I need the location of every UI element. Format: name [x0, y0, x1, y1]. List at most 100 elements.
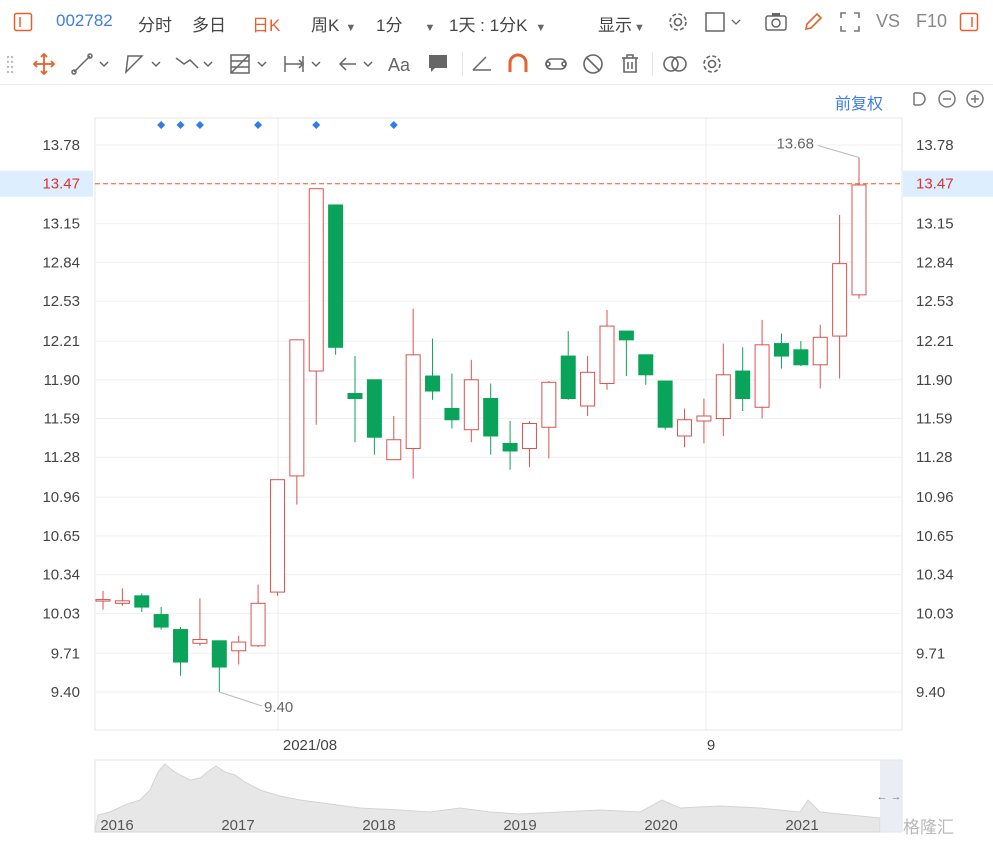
y-tick-label-right: 9.40 — [916, 684, 945, 701]
wave-line-icon[interactable] — [174, 52, 218, 76]
tab-minute[interactable]: 1分 ▼ — [376, 11, 435, 36]
candle-body — [192, 639, 208, 644]
candle — [231, 635, 247, 665]
y-tick-label-right: 11.90 — [916, 372, 952, 389]
candle — [793, 341, 809, 367]
undo-icon[interactable] — [908, 89, 928, 109]
candle-body — [95, 599, 111, 602]
candle-body — [599, 325, 615, 385]
arrow-left-icon[interactable] — [336, 52, 380, 76]
pencil-icon[interactable] — [802, 11, 824, 33]
candle-body — [366, 379, 382, 438]
y-tick-label-right: 10.96 — [916, 489, 954, 506]
y-tick-label-left: 13.78 — [42, 137, 80, 154]
layout-square-icon[interactable] — [704, 11, 744, 33]
display-dropdown[interactable]: 显示 ▼ — [598, 11, 645, 36]
navigator-year-label: 2019 — [503, 817, 536, 834]
candle-body — [715, 374, 731, 419]
candle-body — [638, 354, 654, 376]
y-tick-label-right: 13.15 — [916, 216, 954, 233]
zoom-out-icon[interactable] — [937, 89, 957, 109]
text-tool-icon[interactable]: Aa — [386, 52, 414, 76]
event-marker — [176, 121, 185, 129]
candle-body — [754, 344, 770, 408]
magnet-icon[interactable] — [506, 52, 530, 76]
candle — [560, 331, 576, 400]
zoom-in-icon[interactable] — [965, 89, 985, 109]
y-tick-label-left: 10.34 — [42, 567, 80, 584]
min-price-label: 9.40 — [264, 699, 293, 716]
y-tick-label-left: 12.84 — [42, 254, 80, 271]
sidebar-toggle-icon[interactable] — [12, 11, 34, 33]
candle-body — [231, 641, 247, 652]
trash-icon[interactable] — [618, 52, 642, 76]
candle-body — [347, 393, 363, 400]
drag-handle-icon[interactable] — [6, 54, 14, 74]
y-tick-label-right: 9.71 — [916, 645, 945, 662]
current-price-bg-right — [903, 170, 993, 197]
drawing-toolbar: Aa — [0, 44, 993, 85]
candle — [715, 343, 731, 436]
navigator-volume-area — [94, 763, 881, 833]
y-axis-left: 13.78 13.47 13.15 12.84 12.53 12.21 11.90 11.59… — [0, 137, 93, 701]
candle-body — [793, 349, 809, 366]
x-tick-label: 2021/08 — [283, 737, 337, 754]
event-marker — [312, 121, 321, 129]
overview-navigator: ← → 2016 2017 2018 2019 2020 2021 — [94, 759, 903, 834]
f10-button[interactable]: F10 — [916, 11, 947, 32]
tab-combo[interactable]: 1天 : 1分K ▼ — [449, 11, 546, 36]
visibility-off-icon[interactable] — [581, 52, 605, 76]
tab-multiday[interactable]: 多日 — [192, 11, 226, 36]
candle-body — [328, 204, 344, 348]
y-tick-label-right: 12.84 — [916, 254, 954, 271]
max-leader-line — [817, 145, 860, 158]
y-tick-label-left: 12.21 — [42, 333, 80, 350]
tab-minute-label: 1分 — [376, 16, 403, 35]
candle-body — [696, 415, 712, 422]
chevron-down-icon: ▼ — [345, 22, 357, 34]
range-measure-icon[interactable] — [282, 52, 326, 76]
vs-button[interactable]: VS — [876, 11, 900, 32]
camera-icon[interactable] — [764, 11, 788, 33]
tab-intraday[interactable]: 分时 — [138, 11, 172, 36]
y-tick-label-left: 10.03 — [42, 605, 80, 622]
comment-icon[interactable] — [426, 52, 450, 76]
candle-body — [483, 398, 499, 437]
settings-gear-icon[interactable] — [667, 11, 689, 33]
x-axis: 2021/08 9 — [283, 737, 715, 754]
polyline-icon[interactable] — [122, 52, 166, 76]
watermark-logo: 格隆汇 — [903, 818, 954, 837]
adjust-mode-button[interactable]: 前复权 — [835, 90, 883, 114]
candle-body — [134, 595, 150, 608]
fibonacci-icon[interactable] — [228, 52, 272, 76]
candlestick-chart[interactable]: 13.78 13.47 13.15 12.84 12.53 12.21 11.90 11.59… — [0, 0, 993, 844]
candle-body — [386, 439, 402, 461]
overlay-compare-icon[interactable] — [662, 52, 688, 76]
candle-body — [580, 371, 596, 407]
tab-daily[interactable]: 日K — [252, 11, 280, 36]
drawing-settings-icon[interactable] — [700, 52, 724, 76]
panel-toggle-icon[interactable] — [958, 11, 980, 33]
candle-body — [773, 343, 789, 357]
chevron-down-icon: ▼ — [634, 22, 645, 34]
candles — [95, 157, 867, 692]
stock-code[interactable]: 002782 — [56, 11, 113, 31]
navigator-handle-icon: ← → — [876, 791, 901, 803]
svg-text:Aa: Aa — [388, 55, 411, 75]
trend-line-icon[interactable] — [70, 52, 114, 76]
candle-body — [114, 600, 130, 604]
candle — [386, 416, 402, 461]
candle-body — [618, 330, 634, 341]
lock-chain-icon[interactable] — [543, 52, 569, 76]
candle — [832, 214, 848, 379]
candle-body — [657, 380, 673, 428]
candle — [211, 640, 227, 692]
fullscreen-icon[interactable] — [839, 11, 861, 33]
candle — [754, 319, 770, 419]
move-cross-icon[interactable] — [32, 52, 56, 76]
angle-icon[interactable] — [470, 52, 494, 76]
tab-weekly[interactable]: 周K ▼ — [311, 11, 356, 36]
toolbar-divider — [462, 52, 463, 76]
current-price-bg-left — [0, 170, 93, 197]
event-marker — [389, 121, 398, 129]
